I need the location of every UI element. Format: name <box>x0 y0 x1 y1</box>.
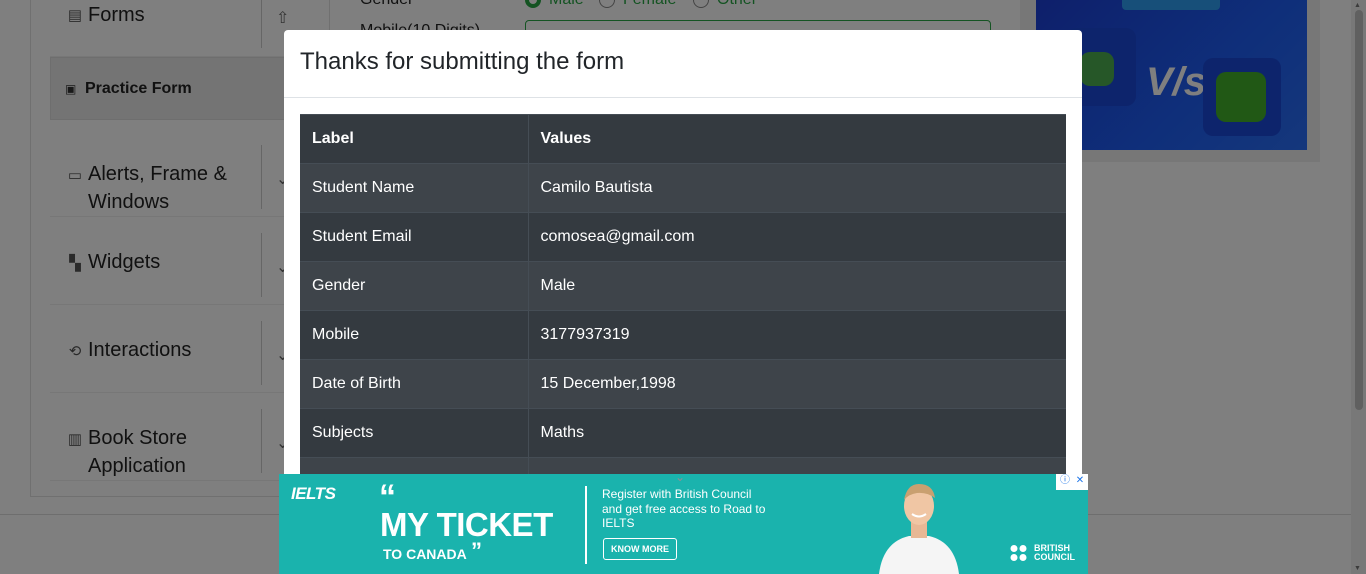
ad-info-icon[interactable]: ⓘ <box>1058 474 1072 488</box>
close-icon[interactable]: ✕ <box>1073 474 1087 488</box>
chevron-down-icon: ⌄ <box>675 474 686 484</box>
row-label: Mobile <box>300 310 529 360</box>
table-header-row: Label Values <box>300 114 1066 164</box>
ad-body-text: Register with British Council and get fr… <box>602 487 766 530</box>
advertisement-banner[interactable]: ⌄ IELTS “ MY TICKET TO CANADA ” Register… <box>279 474 1088 574</box>
table-row: Date of Birth 15 December,1998 <box>300 359 1066 409</box>
table-row: Student Email comosea@gmail.com <box>300 212 1066 262</box>
row-value: 15 December,1998 <box>528 359 1066 409</box>
quote-close-icon: ” <box>471 538 482 563</box>
ad-divider <box>585 486 587 564</box>
header-values: Values <box>528 114 1066 164</box>
header-label: Label <box>300 114 529 164</box>
row-label: Student Email <box>300 212 529 262</box>
modal-header: Thanks for submitting the form <box>284 30 1082 98</box>
table-row: Student Name Camilo Bautista <box>300 163 1066 213</box>
ad-controls: ⓘ ✕ <box>1056 474 1088 490</box>
know-more-button[interactable]: KNOW MORE <box>603 538 677 560</box>
ad-person-image <box>879 484 959 574</box>
table-row: Gender Male <box>300 261 1066 311</box>
row-label: Subjects <box>300 408 529 458</box>
row-value: Camilo Bautista <box>528 163 1066 213</box>
table-row: Subjects Maths <box>300 408 1066 458</box>
ad-subline: TO CANADA <box>383 546 467 562</box>
row-label: Gender <box>300 261 529 311</box>
row-label: Date of Birth <box>300 359 529 409</box>
row-label: Student Name <box>300 163 529 213</box>
modal-title: Thanks for submitting the form <box>300 48 625 75</box>
ad-brand-logo: IELTS <box>291 484 336 503</box>
table-row: Mobile 3177937319 <box>300 310 1066 360</box>
ad-headline: MY TICKET <box>380 506 553 543</box>
row-value: Male <box>528 261 1066 311</box>
row-value: comosea@gmail.com <box>528 212 1066 262</box>
results-table: Label Values Student Name Camilo Bautist… <box>300 114 1066 507</box>
british-council-logo-icon <box>1010 545 1027 561</box>
ad-sponsor: BRITISH COUNCIL <box>1034 543 1075 562</box>
row-value: Maths <box>528 408 1066 458</box>
row-value: 3177937319 <box>528 310 1066 360</box>
